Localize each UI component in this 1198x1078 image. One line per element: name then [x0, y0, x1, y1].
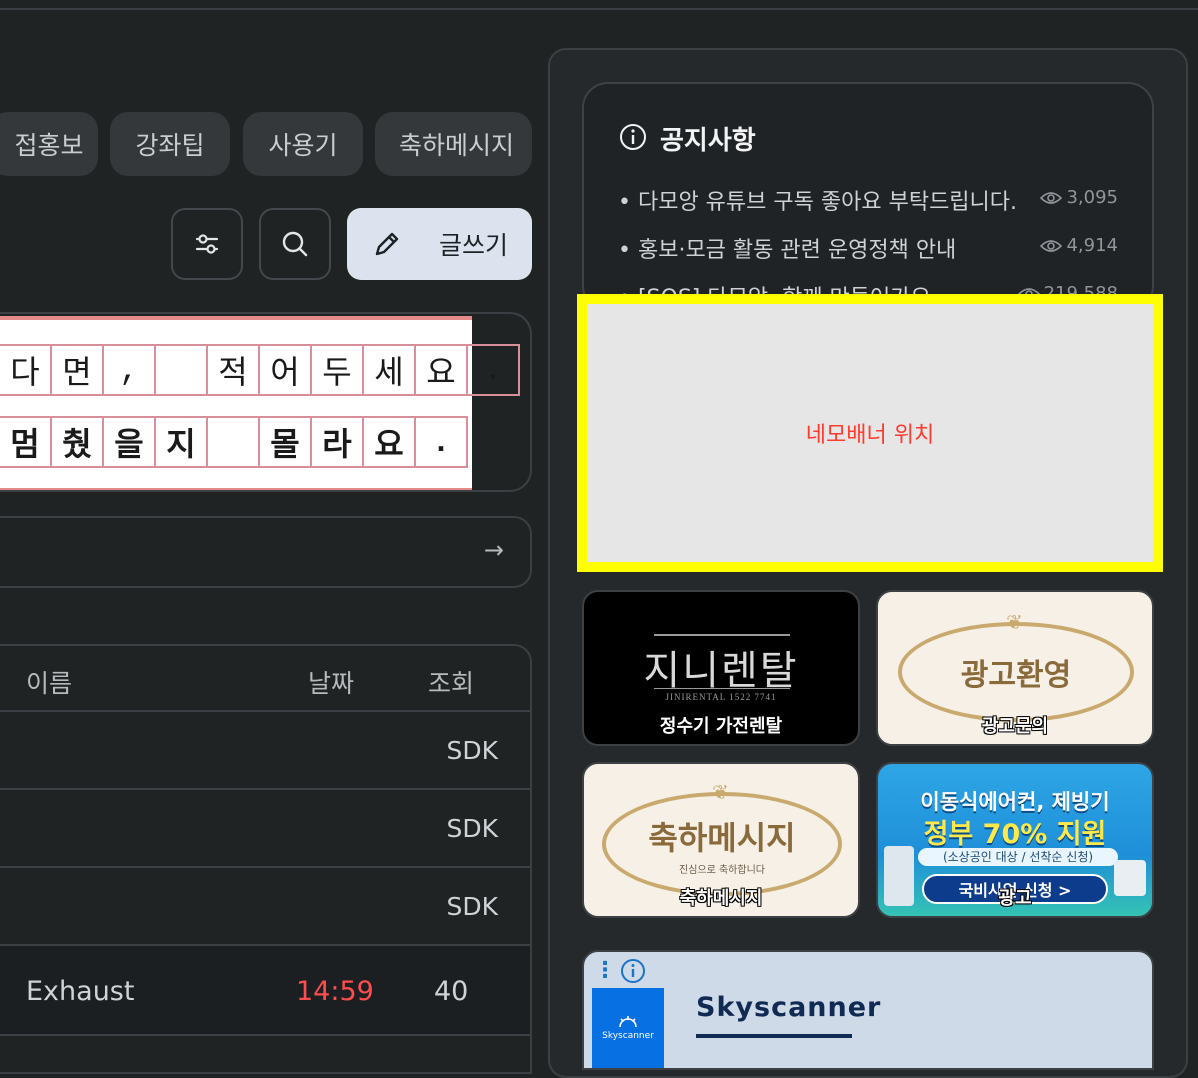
congrats-sub: 진심으로 축하합니다	[679, 864, 765, 876]
header-name: 이름	[26, 669, 73, 698]
table-header: 이름 날짜 조회	[0, 646, 530, 712]
jini-logo-sub: JINIRENTAL 1522 7741	[665, 692, 777, 702]
arrow-right-icon[interactable]: →	[484, 536, 504, 564]
chip-lecture-tips[interactable]: 강좌팁	[110, 112, 230, 176]
top-divider	[0, 8, 1198, 10]
manuscript-cell: 요	[364, 416, 416, 468]
row-views: 40	[434, 976, 469, 1007]
manuscript-cell	[208, 416, 260, 468]
notice-panel: 공지사항 • 다모앙 유튜브 구독 좋아요 부탁드립니다. 3,095 • 홍보…	[582, 82, 1154, 312]
ad-skyscanner[interactable]: ⋮ Skyscanner Skyscanner	[582, 950, 1154, 1070]
aircon-line3: (소상공인 대상 / 선착순 신청)	[918, 848, 1118, 866]
post-table: 이름 날짜 조회 SDK SDK SDK Exhaust 14:59 40	[0, 644, 532, 1074]
pencil-icon	[375, 232, 399, 256]
eye-icon	[1040, 191, 1063, 204]
ad-jini-rental[interactable]: 지니렌탈 JINIRENTAL 1522 7741 정수기 가전렌탈	[582, 590, 860, 746]
skyscanner-brand: Skyscanner	[696, 992, 882, 1023]
congrats-oval: 축하메시지 진심으로 축하합니다	[602, 792, 842, 896]
manuscript-cell: 멈	[0, 416, 52, 468]
row-name: Exhaust	[26, 976, 135, 1007]
table-row[interactable]: SDK	[0, 712, 530, 790]
manuscript-row-1: 다면, 적어두세요.	[0, 344, 520, 396]
header-date: 날짜	[308, 669, 355, 698]
logo-rule	[654, 634, 790, 636]
chip-direct-promo[interactable]: 접홍보	[0, 112, 98, 176]
top-banner[interactable]: 다면, 적어두세요. 멈췄을지몰라요.	[0, 312, 532, 492]
notice-views: 4,914	[1040, 235, 1118, 256]
manuscript-cell: 췄	[52, 416, 104, 468]
manuscript-cell: 을	[104, 416, 156, 468]
view-count: 3,095	[1066, 187, 1118, 208]
square-banner-label: 네모배너 위치	[805, 423, 935, 448]
row-date: 14:59	[296, 976, 374, 1007]
sunrise-icon	[619, 1016, 637, 1028]
board-search-input[interactable]: →	[0, 516, 532, 588]
chip-congrats[interactable]: 축하메시지	[375, 112, 532, 176]
notice-item[interactable]: • 홍보·모금 활동 관련 운영정책 안내	[618, 232, 956, 264]
more-vert-icon[interactable]: ⋮	[594, 958, 616, 983]
leaf-ornament-icon: ❦	[1006, 610, 1023, 634]
row-views: SDK	[446, 892, 498, 921]
welcome-oval: 광고환영	[898, 622, 1134, 722]
manuscript-image: 다면, 적어두세요. 멈췄을지몰라요.	[0, 316, 520, 490]
table-row[interactable]: SDK	[0, 868, 530, 946]
search-icon	[282, 231, 308, 257]
manuscript-cell: 면	[52, 344, 104, 396]
header-views: 조회	[428, 669, 475, 698]
chip-reviews[interactable]: 사용기	[243, 112, 363, 176]
skyscanner-logo-text: Skyscanner	[602, 1031, 654, 1041]
ad-aircon[interactable]: 이동식에어컨, 제빙기 정부 70% 지원 (소상공인 대상 / 선착순 신청)…	[876, 762, 1154, 918]
ad-caption: 축하메시지	[679, 888, 763, 909]
manuscript-cell: 어	[260, 344, 312, 396]
row-views: SDK	[446, 814, 498, 843]
search-button[interactable]	[259, 208, 331, 280]
manuscript-cell: 라	[312, 416, 364, 468]
eye-icon	[1040, 239, 1063, 252]
filter-button[interactable]	[171, 208, 243, 280]
write-button[interactable]: 글쓰기	[347, 208, 532, 280]
manuscript-cell: 몰	[260, 416, 312, 468]
manuscript-cell	[156, 344, 208, 396]
ad-info-icon[interactable]	[620, 958, 646, 984]
write-button-label: 글쓰기	[439, 231, 509, 260]
row-views: SDK	[446, 736, 498, 765]
chip-label: 축하메시지	[399, 131, 515, 160]
manuscript-cell: 적	[208, 344, 260, 396]
manuscript-cell: 세	[364, 344, 416, 396]
chip-label: 사용기	[268, 131, 338, 160]
logo-rule	[654, 688, 790, 689]
manuscript-cell: .	[468, 344, 520, 396]
manuscript-cell: 다	[0, 344, 52, 396]
sliders-icon	[195, 234, 219, 254]
view-count: 4,914	[1066, 235, 1118, 256]
ad-congrats[interactable]: 축하메시지 진심으로 축하합니다 ❦ 축하메시지	[582, 762, 860, 918]
aircon-line2: 정부 70% 지원	[923, 819, 1107, 850]
manuscript-cell: 요	[416, 344, 468, 396]
square-banner-slot[interactable]: 네모배너 위치	[577, 294, 1163, 572]
info-icon	[620, 124, 646, 150]
congrats-text: 축하메시지	[648, 818, 796, 857]
manuscript-cell: 두	[312, 344, 364, 396]
ad-caption: 정수기 가전렌탈	[659, 716, 783, 737]
chip-label: 접홍보	[14, 131, 84, 160]
brand-underline	[696, 1034, 852, 1038]
ad-caption: 광고문의	[981, 716, 1049, 737]
skyscanner-logo: Skyscanner	[592, 988, 664, 1068]
notice-item[interactable]: • 다모앙 유튜브 구독 좋아요 부탁드립니다.	[618, 184, 1017, 216]
table-row[interactable]: SDK	[0, 790, 530, 868]
notice-views: 3,095	[1040, 187, 1118, 208]
ad-welcome[interactable]: 광고환영 ❦ 광고문의	[876, 590, 1154, 746]
chip-label: 강좌팁	[135, 131, 205, 160]
ad-caption: 광고	[998, 888, 1032, 909]
manuscript-cell: 지	[156, 416, 208, 468]
notice-title: 공지사항	[660, 126, 756, 156]
manuscript-cell: ,	[104, 344, 156, 396]
manuscript-row-2: 멈췄을지몰라요.	[0, 416, 468, 468]
table-row[interactable]: Exhaust 14:59 40	[0, 946, 530, 1036]
leaf-ornament-icon: ❦	[712, 780, 729, 804]
manuscript-cell: .	[416, 416, 468, 468]
welcome-text: 광고환영	[960, 658, 1072, 693]
